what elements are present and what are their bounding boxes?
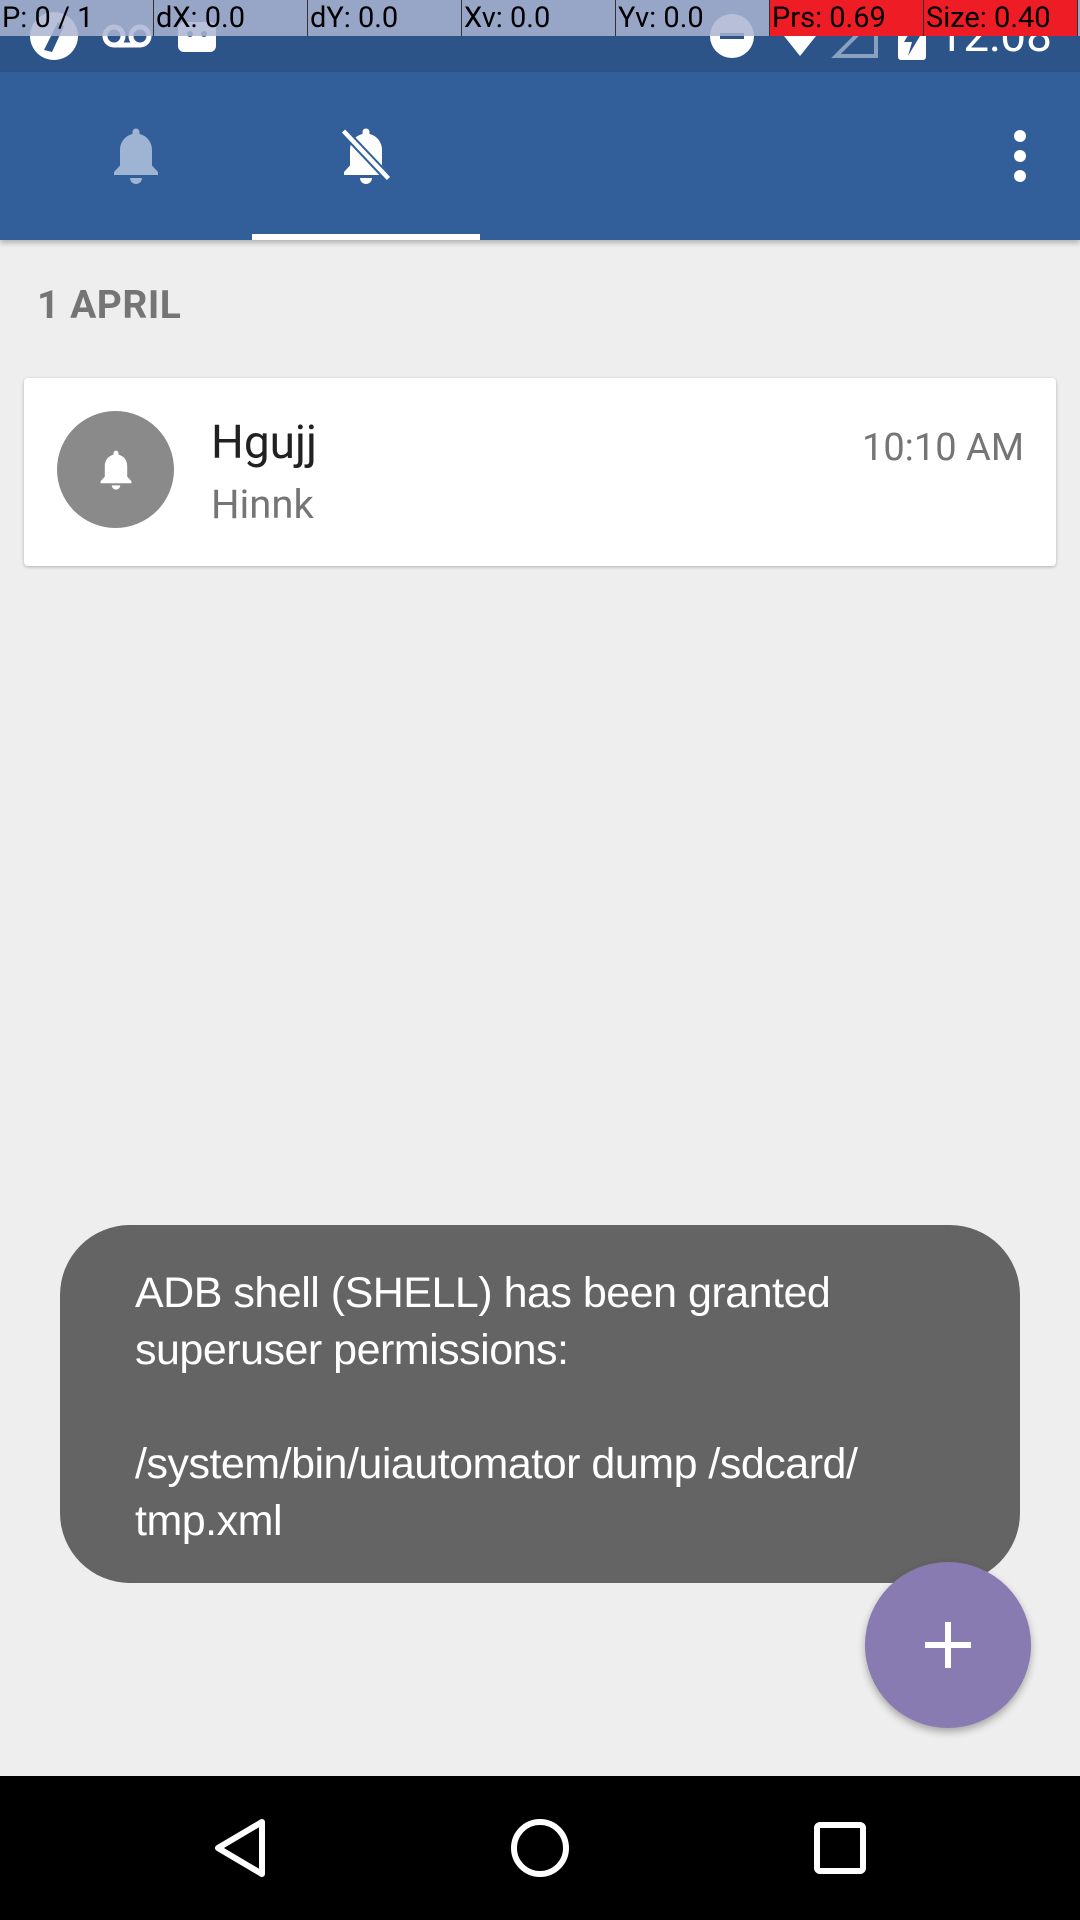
pointer-stat: dX: 0.0 bbox=[154, 0, 308, 36]
app-bar bbox=[0, 72, 1080, 240]
plus-icon bbox=[925, 1622, 971, 1668]
pointer-stat: Size: 0.40 bbox=[924, 0, 1078, 36]
pointer-location-overlay: P: 0 / 1 dX: 0.0 dY: 0.0 Xv: 0.0 Yv: 0.0… bbox=[0, 0, 1080, 36]
pointer-stat: Prs: 0.69 bbox=[770, 0, 924, 36]
tab-notifications[interactable] bbox=[22, 72, 250, 240]
more-options-button[interactable] bbox=[960, 72, 1080, 240]
notification-title: Hgujj bbox=[211, 416, 318, 470]
navigation-bar bbox=[0, 1776, 1080, 1920]
status-bar: 12:08 P: 0 / 1 dX: 0.0 dY: 0.0 Xv: 0.0 Y… bbox=[0, 0, 1080, 72]
notification-card[interactable]: Hgujj Hinnk 10:10 AM bbox=[24, 378, 1056, 566]
home-icon bbox=[511, 1819, 569, 1877]
home-button[interactable] bbox=[440, 1776, 640, 1920]
date-section-header: 1 APRIL bbox=[37, 282, 182, 328]
notification-subtitle: Hinnk bbox=[211, 481, 314, 528]
pointer-stat: P: 0 / 1 bbox=[0, 0, 154, 36]
superuser-toast: ADB shell (SHELL) has been granted super… bbox=[60, 1225, 1020, 1583]
pointer-stat: dY: 0.0 bbox=[308, 0, 462, 36]
back-icon bbox=[215, 1819, 265, 1877]
tab-muted-notifications[interactable] bbox=[252, 72, 480, 240]
recents-icon bbox=[814, 1822, 866, 1874]
pointer-stat: Xv: 0.0 bbox=[462, 0, 616, 36]
pointer-stat: Yv: 0.0 bbox=[616, 0, 770, 36]
bell-icon bbox=[114, 128, 158, 184]
bell-icon bbox=[100, 450, 131, 490]
more-vert-icon bbox=[1014, 130, 1026, 182]
back-button[interactable] bbox=[140, 1776, 340, 1920]
add-button[interactable] bbox=[865, 1562, 1031, 1728]
bell-off-icon bbox=[340, 128, 392, 184]
notification-avatar bbox=[57, 411, 174, 528]
notification-time: 10:10 AM bbox=[861, 426, 1024, 470]
recents-button[interactable] bbox=[740, 1776, 940, 1920]
